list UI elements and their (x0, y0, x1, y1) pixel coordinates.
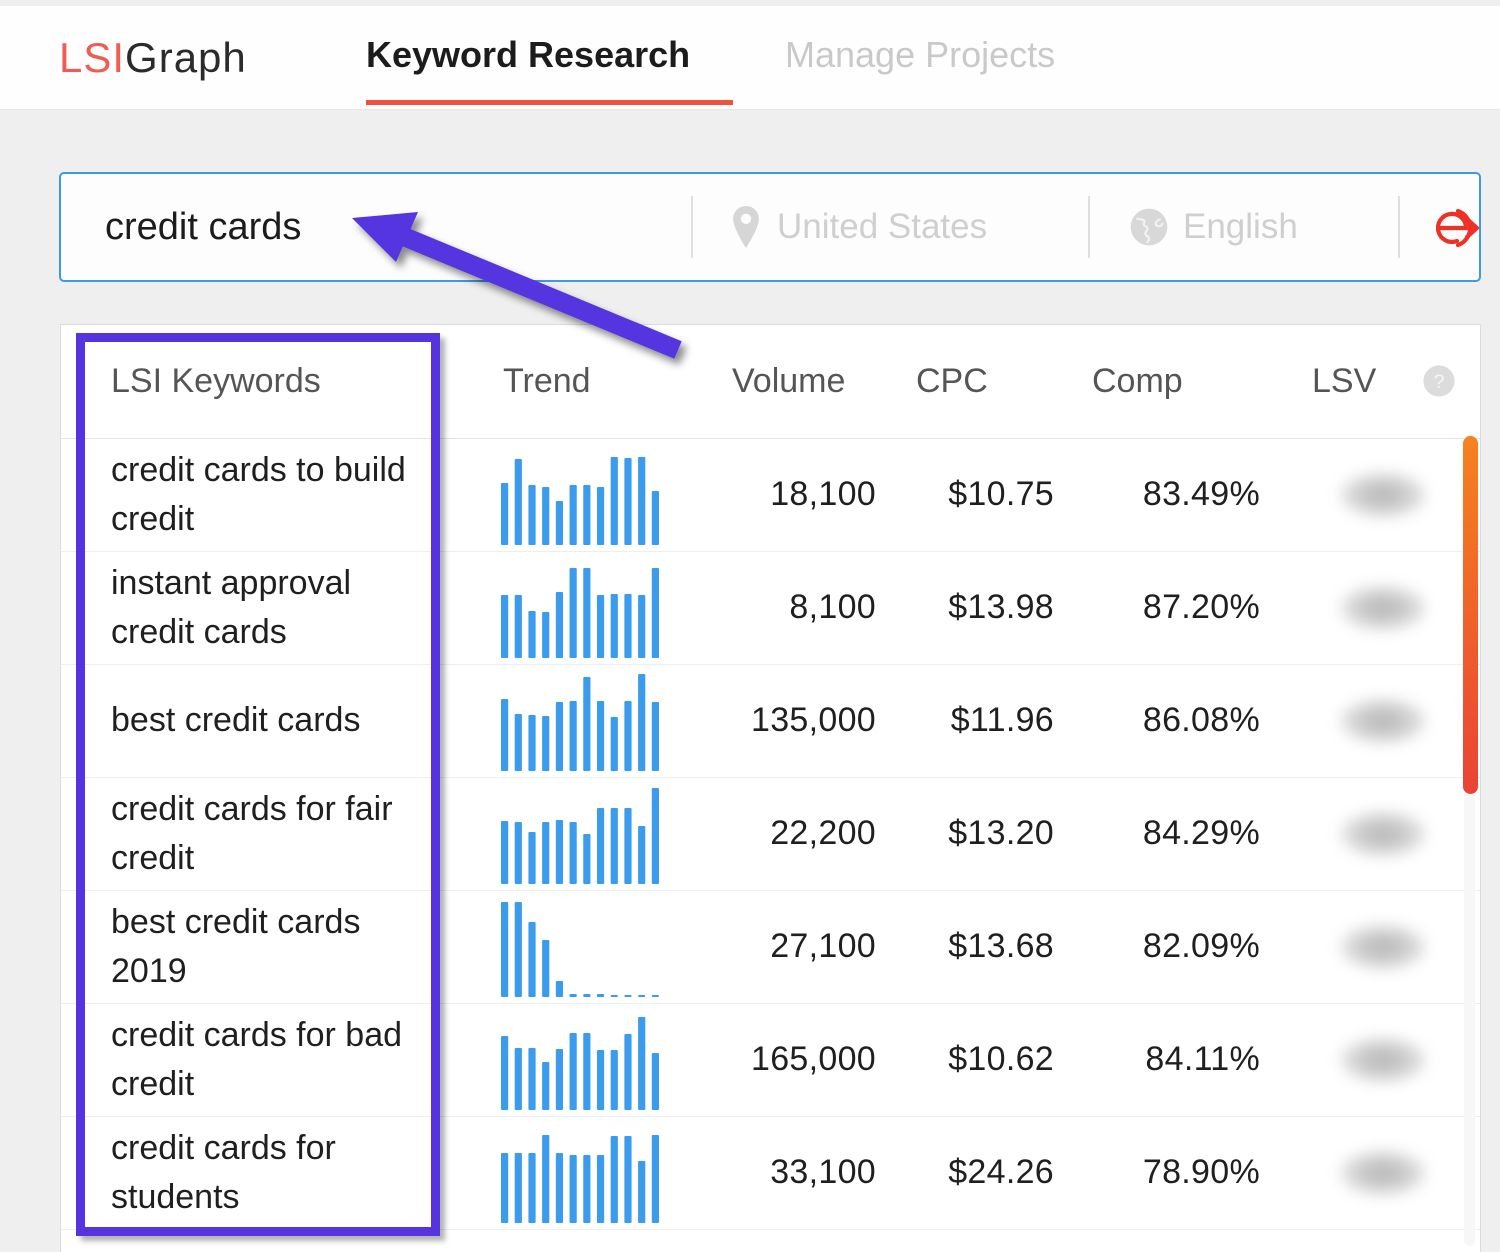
divider (1088, 196, 1090, 258)
lsv-blurred-value (1340, 1150, 1426, 1196)
cell-trend-sparkline (443, 1003, 686, 1116)
country-selector-label: United States (777, 207, 987, 247)
lsv-blurred-value (1340, 1037, 1426, 1083)
table-row[interactable]: credit cards for students 33,100$24.2678.… (61, 1116, 1481, 1229)
tab-manage-projects-label: Manage Projects (785, 34, 1055, 75)
cell-cpc: $13.98 (888, 551, 1068, 664)
cell-cpc: $10.62 (888, 1003, 1068, 1116)
cell-keyword[interactable]: credit cards for students (61, 1116, 443, 1229)
cell-keyword[interactable]: credit cards for bad credit (61, 1003, 443, 1116)
cell-keyword[interactable]: credit cards to build credit (61, 438, 443, 551)
keyword-results-panel: LSI Keywords Trend Volume CPC Comp LSV ? (60, 324, 1481, 1252)
language-selector-label: English (1183, 207, 1298, 247)
cell-volume: 18,100 (686, 438, 888, 551)
cell-volume: 8,100 (686, 551, 888, 664)
arrow-into-circle-icon (1436, 240, 1496, 257)
column-header-cpc[interactable]: CPC (888, 325, 1068, 438)
lsv-blurred-value (1340, 472, 1426, 518)
cell-cpc: $11.96 (888, 664, 1068, 777)
cell-keyword[interactable]: best credit cards 2019 (61, 890, 443, 1003)
cell-keyword[interactable]: credit cards for fair credit (61, 777, 443, 890)
cell-cpc: $13.68 (888, 890, 1068, 1003)
lsv-blurred-value (1340, 585, 1426, 631)
table-row[interactable]: instant approval credit cards 8,100$13.98… (61, 551, 1481, 664)
lsv-blurred-value (1340, 924, 1426, 970)
cell-volume: 22,200 (686, 777, 888, 890)
cell-keyword[interactable]: instant approval credit cards (61, 551, 443, 664)
cell-lsv (1276, 664, 1481, 777)
top-navigation-bar: LSIGraph Keyword Research Manage Project… (0, 6, 1500, 110)
cell-comp: 86.08% (1068, 664, 1276, 777)
cell-comp: 78.90% (1068, 1116, 1276, 1229)
cell-lsv (1276, 1116, 1481, 1229)
cell-lsv (1276, 890, 1481, 1003)
cell-trend-sparkline (443, 1116, 686, 1229)
results-scrollbar-thumb[interactable] (1463, 436, 1478, 794)
cell-lsv (1276, 1003, 1481, 1116)
cell-keyword[interactable]: best credit cards (61, 664, 443, 777)
app-screen: LSIGraph Keyword Research Manage Project… (0, 0, 1500, 1252)
logo-text-lsi: LSI (59, 34, 125, 81)
country-selector[interactable]: United States (729, 174, 987, 280)
table-row[interactable]: credit cards for bad credit 165,000$10.62… (61, 1003, 1481, 1116)
cell-trend-sparkline (443, 890, 686, 1003)
lsv-blurred-value (1340, 698, 1426, 744)
column-header-lsv-label: LSV (1312, 362, 1376, 401)
tab-keyword-research-label: Keyword Research (366, 34, 690, 75)
cell-trend-sparkline (443, 438, 686, 551)
column-header-lsi-keywords[interactable]: LSI Keywords (61, 325, 443, 438)
column-header-trend[interactable]: Trend (443, 325, 686, 438)
cell-trend-sparkline (443, 777, 686, 890)
cell-trend-sparkline (443, 551, 686, 664)
column-header-volume[interactable]: Volume (686, 325, 888, 438)
table-row[interactable]: best credit cards 135,000$11.9686.08% (61, 664, 1481, 777)
table-row[interactable]: best credit cards 2019 27,100$13.6882.09% (61, 890, 1481, 1003)
cell-cpc: $10.75 (888, 438, 1068, 551)
divider (691, 196, 693, 258)
column-header-lsv[interactable]: LSV ? (1276, 325, 1481, 438)
question-mark-icon[interactable]: ? (1422, 364, 1456, 398)
column-header-comp[interactable]: Comp (1068, 325, 1276, 438)
tab-keyword-research[interactable]: Keyword Research (366, 34, 690, 76)
keyword-search-bar: United States English (59, 172, 1481, 282)
cell-comp: 84.29% (1068, 777, 1276, 890)
cell-comp: 84.11% (1068, 1003, 1276, 1116)
lsv-blurred-value (1340, 811, 1426, 857)
keyword-results-body: credit cards to build credit 18,100$10.75… (61, 438, 1481, 1229)
table-header-row: LSI Keywords Trend Volume CPC Comp LSV ? (61, 325, 1481, 438)
cell-volume: 27,100 (686, 890, 888, 1003)
language-selector[interactable]: English (1129, 174, 1298, 280)
lsigraph-logo[interactable]: LSIGraph (59, 34, 247, 82)
cell-cpc: $24.26 (888, 1116, 1068, 1229)
cell-volume: 33,100 (686, 1116, 888, 1229)
cell-comp: 83.49% (1068, 438, 1276, 551)
active-tab-underline (366, 100, 733, 105)
location-pin-icon (729, 206, 763, 248)
search-submit-button[interactable] (1436, 203, 1496, 253)
cell-lsv (1276, 777, 1481, 890)
logo-text-graph: Graph (125, 34, 247, 81)
divider (1398, 196, 1400, 258)
tab-manage-projects[interactable]: Manage Projects (785, 34, 1055, 76)
table-row[interactable]: credit cards to build credit 18,100$10.75… (61, 438, 1481, 551)
cell-cpc: $13.20 (888, 777, 1068, 890)
cell-trend-sparkline (443, 664, 686, 777)
cell-lsv (1276, 438, 1481, 551)
svg-text:?: ? (1434, 371, 1445, 393)
globe-icon (1129, 207, 1169, 247)
table-row[interactable]: credit cards for fair credit 22,200$13.20… (61, 777, 1481, 890)
cell-comp: 82.09% (1068, 890, 1276, 1003)
cell-lsv (1276, 551, 1481, 664)
search-input[interactable] (105, 174, 665, 280)
keyword-results-table: LSI Keywords Trend Volume CPC Comp LSV ? (61, 325, 1481, 1230)
cell-volume: 135,000 (686, 664, 888, 777)
cell-volume: 165,000 (686, 1003, 888, 1116)
cell-comp: 87.20% (1068, 551, 1276, 664)
